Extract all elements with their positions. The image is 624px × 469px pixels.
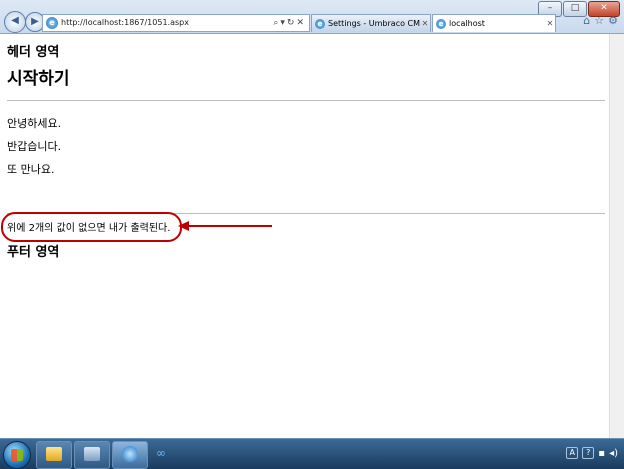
start-button[interactable] [3,441,31,469]
gear-icon[interactable]: ⚙ [608,14,618,27]
annotation-arrow-icon [178,221,272,231]
ie-page-icon: e [46,17,58,29]
home-icon[interactable]: ⌂ [583,14,590,27]
annotation-oval [1,212,182,242]
page-content: 헤더 영역 시작하기 안녕하세요. 반갑습니다. 또 만나요. 위에 2개의 값… [0,34,610,438]
ie-taskbar-button[interactable] [112,441,148,469]
close-tab-icon[interactable]: ✕ [420,15,430,32]
stop-icon[interactable]: ✕ [296,18,306,28]
explorer-taskbar-button[interactable] [36,441,72,469]
text-line: 또 만나요. [7,163,55,176]
tab-settings[interactable]: e Settings - Umbraco CMS - ... ✕ [311,14,431,32]
browser-tools: ⌂ ☆ ⚙ [583,14,618,27]
app-taskbar-button[interactable] [74,441,110,469]
close-tab-icon[interactable]: ✕ [545,15,555,32]
scrollbar[interactable] [609,34,624,438]
ie-icon [122,446,138,462]
back-button[interactable]: ◀ [4,11,26,33]
page-title: 시작하기 [7,69,70,89]
folder-icon [46,447,62,461]
search-icon[interactable]: ⌕▾ [273,18,287,28]
address-tools: ⌕▾↻✕ [273,15,309,31]
address-bar[interactable]: e http://localhost:1867/1051.aspx ⌕▾↻✕ [42,14,310,32]
network-icon[interactable]: ▪ [598,448,605,459]
ie-tab-icon: e [436,18,446,29]
tray-icon[interactable]: ? [582,447,595,459]
app-icon [84,447,100,461]
text-line: 안녕하세요. [7,117,62,130]
tab-label: localhost [449,19,485,28]
system-tray: A ? ▪ ◂) [566,447,618,459]
header-area: 헤더 영역 [7,45,60,60]
tab-localhost[interactable]: e localhost ✕ [432,14,556,32]
browser-chrome: – □ ✕ ◀ ▶ e http://localhost:1867/1051.a… [0,0,624,34]
ie-tab-icon: e [315,18,325,29]
volume-icon[interactable]: ◂) [609,448,618,459]
favorites-star-icon[interactable]: ☆ [594,14,604,27]
address-text: http://localhost:1867/1051.aspx [61,18,189,27]
text-line: 반갑습니다. [7,140,62,153]
taskbar: ∞ A ? ▪ ◂) [0,438,624,469]
divider [7,100,605,101]
tab-label: Settings - Umbraco CMS - ... [328,19,420,28]
footer-area: 푸터 영역 [7,245,60,260]
tray-icon[interactable]: A [566,447,579,459]
visual-studio-icon[interactable]: ∞ [156,446,166,460]
